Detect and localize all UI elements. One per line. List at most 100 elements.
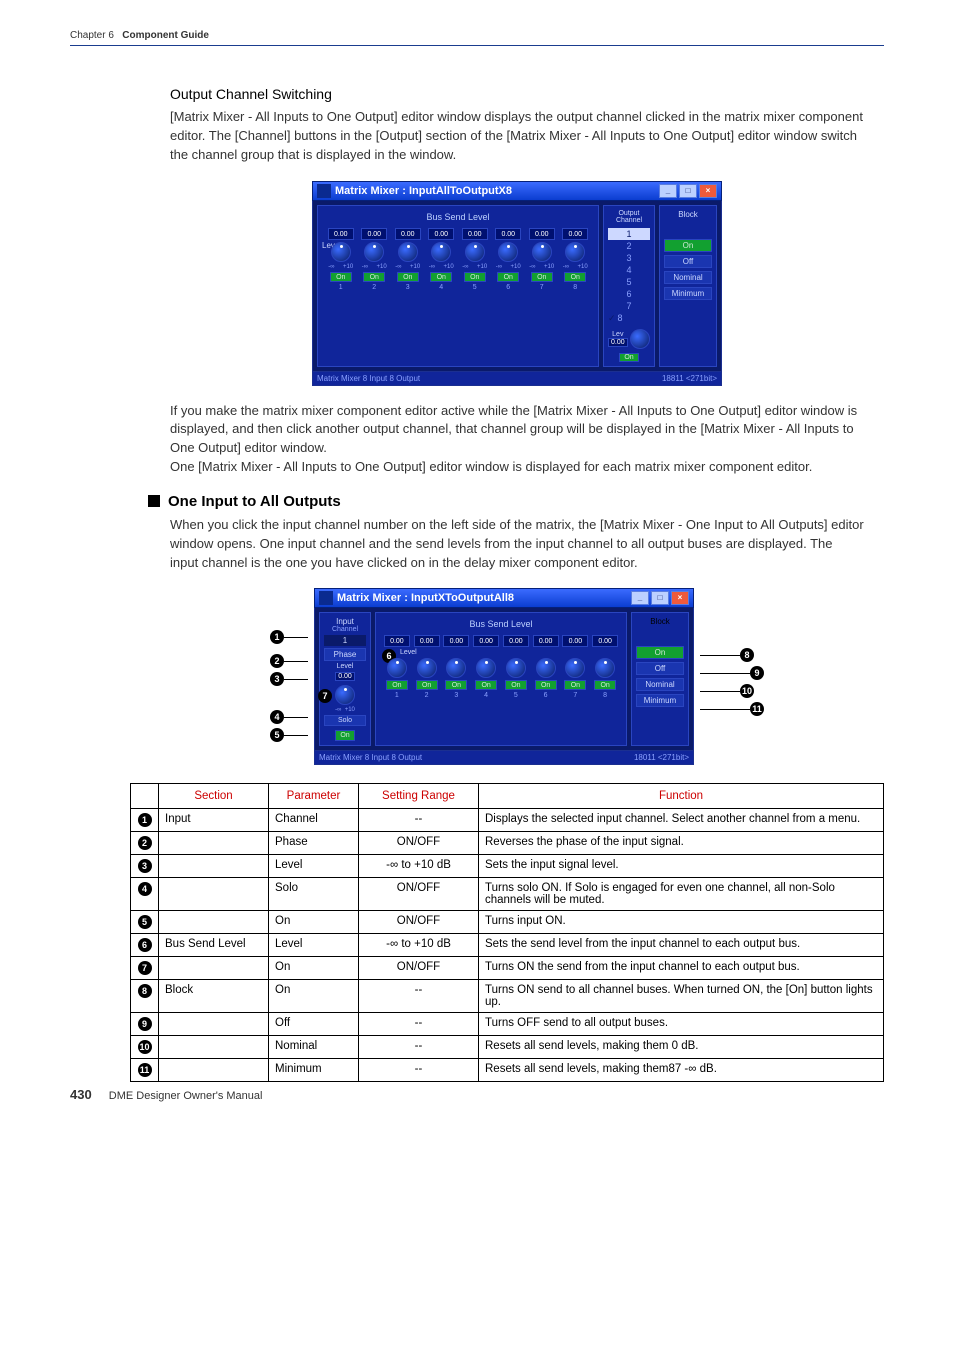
block-off-button[interactable]: Off <box>664 255 712 268</box>
window-title: Matrix Mixer : InputAllToOutputX8 <box>335 185 512 197</box>
send-knob[interactable] <box>565 658 585 678</box>
minimize-button[interactable]: _ <box>659 184 677 198</box>
send-value[interactable]: 0.00 <box>533 635 559 647</box>
close-button[interactable]: × <box>671 591 689 605</box>
send-knob[interactable] <box>398 242 418 262</box>
send-knob[interactable] <box>417 658 437 678</box>
block-nominal-button[interactable]: Nominal <box>636 678 684 691</box>
window-titlebar[interactable]: Matrix Mixer : InputAllToOutputX8 _ □ × <box>312 181 722 201</box>
output-channel-item[interactable]: 1 <box>608 228 650 240</box>
block-panel: Block On Off Nominal Minimum <box>631 612 689 746</box>
send-value[interactable]: 0.00 <box>462 228 488 240</box>
send-value[interactable]: 0.00 <box>428 228 454 240</box>
block-minimum-button[interactable]: Minimum <box>636 694 684 707</box>
input-channel-selector[interactable]: 1 <box>324 635 366 646</box>
send-knob[interactable] <box>565 242 585 262</box>
send-value[interactable]: 0.00 <box>395 228 421 240</box>
cell-section <box>159 911 269 934</box>
send-on-button[interactable]: On <box>564 272 586 282</box>
send-value[interactable]: 0.00 <box>562 635 588 647</box>
send-on-button[interactable]: On <box>363 272 385 282</box>
output-channel-item[interactable]: 4 <box>608 264 650 276</box>
input-level-knob[interactable] <box>335 685 355 705</box>
send-level-label: Level <box>400 649 620 656</box>
output-channel-item[interactable]: 6 <box>608 288 650 300</box>
send-value[interactable]: 0.00 <box>361 228 387 240</box>
send-knob[interactable] <box>498 242 518 262</box>
send-value[interactable]: 0.00 <box>328 228 354 240</box>
send-on-button[interactable]: On <box>535 680 557 690</box>
cell-function: Turns ON the send from the input channel… <box>479 957 884 980</box>
status-bar: Matrix Mixer 8 Input 8 Output 18811 <271… <box>312 372 722 386</box>
send-knob[interactable] <box>595 658 615 678</box>
send-value[interactable]: 0.00 <box>529 228 555 240</box>
callout-8: 8 <box>740 648 754 662</box>
window-titlebar[interactable]: Matrix Mixer : InputXToOutputAll8 _ □ × <box>314 588 694 608</box>
output-channel-item[interactable]: ✓8 <box>608 312 650 325</box>
send-knob[interactable] <box>532 242 552 262</box>
maximize-button[interactable]: □ <box>651 591 669 605</box>
row-number-badge: 9 <box>138 1017 152 1031</box>
bus-send-panel: Level Bus Send Level 0.00 0.00 0.00 0.00… <box>317 205 599 367</box>
output-channel-item[interactable]: 5 <box>608 276 650 288</box>
send-value[interactable]: 0.00 <box>495 228 521 240</box>
send-on-button[interactable]: On <box>475 680 497 690</box>
block-on-button[interactable]: On <box>664 239 712 252</box>
output-level-knob[interactable] <box>630 329 650 349</box>
callout-10: 10 <box>740 684 754 698</box>
maximize-button[interactable]: □ <box>679 184 697 198</box>
block-on-button[interactable]: On <box>636 646 684 659</box>
send-value[interactable]: 0.00 <box>562 228 588 240</box>
status-bar: Matrix Mixer 8 Input 8 Output 18011 <271… <box>314 751 694 765</box>
send-knob[interactable] <box>331 242 351 262</box>
send-value[interactable]: 0.00 <box>503 635 529 647</box>
level-value[interactable]: 0.00 <box>335 672 355 681</box>
cell-parameter: Level <box>269 934 359 957</box>
output-channel-item[interactable]: 2 <box>608 240 650 252</box>
output-channel-item[interactable]: 7 <box>608 300 650 312</box>
send-knob[interactable] <box>387 658 407 678</box>
send-knob[interactable] <box>364 242 384 262</box>
send-knob[interactable] <box>446 658 466 678</box>
phase-button[interactable]: Phase <box>324 648 366 661</box>
block-minimum-button[interactable]: Minimum <box>664 287 712 300</box>
send-knob[interactable] <box>476 658 496 678</box>
send-knob[interactable] <box>431 242 451 262</box>
status-left: Matrix Mixer 8 Input 8 Output <box>317 374 420 383</box>
send-on-button[interactable]: On <box>464 272 486 282</box>
callouts-right: 8 9 10 11 <box>700 588 764 718</box>
send-knob[interactable] <box>536 658 556 678</box>
send-value[interactable]: 0.00 <box>443 635 469 647</box>
send-on-button[interactable]: On <box>445 680 467 690</box>
send-on-button[interactable]: On <box>594 680 616 690</box>
send-on-button[interactable]: On <box>497 272 519 282</box>
send-on-button[interactable]: On <box>416 680 438 690</box>
send-value[interactable]: 0.00 <box>384 635 410 647</box>
send-knob[interactable] <box>506 658 526 678</box>
row-number-badge: 8 <box>138 984 152 998</box>
block-nominal-button[interactable]: Nominal <box>664 271 712 284</box>
row-number-badge: 5 <box>138 915 152 929</box>
cell-range: -- <box>359 1013 479 1036</box>
block-off-button[interactable]: Off <box>636 662 684 675</box>
output-on-button[interactable]: On <box>619 353 638 362</box>
send-value[interactable]: 0.00 <box>473 635 499 647</box>
send-value[interactable]: 0.00 <box>592 635 618 647</box>
send-on-button[interactable]: On <box>531 272 553 282</box>
send-on-button[interactable]: On <box>397 272 419 282</box>
solo-button[interactable]: Solo <box>324 715 366 726</box>
send-on-button[interactable]: On <box>386 680 408 690</box>
lev-value[interactable]: 0.00 <box>608 338 628 347</box>
input-on-button[interactable]: On <box>335 730 354 741</box>
send-value[interactable]: 0.00 <box>414 635 440 647</box>
send-on-button[interactable]: On <box>330 272 352 282</box>
channel-number: 8 <box>603 692 607 699</box>
minimize-button[interactable]: _ <box>631 591 649 605</box>
header-rule <box>70 45 884 46</box>
send-knob[interactable] <box>465 242 485 262</box>
send-on-button[interactable]: On <box>430 272 452 282</box>
send-on-button[interactable]: On <box>505 680 527 690</box>
send-on-button[interactable]: On <box>564 680 586 690</box>
output-channel-item[interactable]: 3 <box>608 252 650 264</box>
close-button[interactable]: × <box>699 184 717 198</box>
